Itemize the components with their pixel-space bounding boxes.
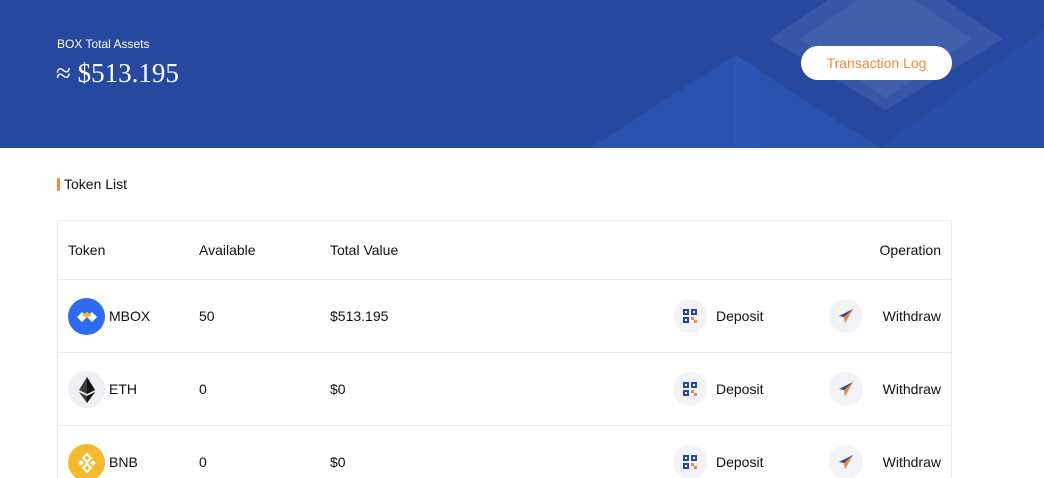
- column-header-available: Available: [199, 242, 256, 258]
- total-value: $513.195: [330, 308, 389, 324]
- deposit-button[interactable]: Deposit: [716, 381, 763, 397]
- transaction-log-button[interactable]: Transaction Log: [801, 46, 952, 80]
- token-name: BNB: [109, 454, 138, 470]
- column-header-token: Token: [68, 242, 106, 258]
- withdraw-button[interactable]: Withdraw: [883, 308, 941, 324]
- qr-code-icon[interactable]: [673, 445, 707, 478]
- qr-code-icon[interactable]: [673, 372, 707, 406]
- withdraw-button[interactable]: Withdraw: [883, 381, 941, 397]
- withdraw-button[interactable]: Withdraw: [883, 454, 941, 470]
- deposit-button[interactable]: Deposit: [716, 454, 763, 470]
- bnb-icon: [68, 444, 105, 478]
- table-row: ETH 0 $0 Deposit Withdraw: [58, 353, 951, 426]
- column-header-operation: Operation: [879, 242, 941, 258]
- header-banner: BOX Total Assets ≈ $513.195 Transaction …: [0, 0, 1044, 148]
- total-value: $0: [330, 454, 346, 470]
- total-assets-label: BOX Total Assets: [57, 37, 150, 51]
- available-amount: 0: [199, 454, 207, 470]
- token-name: MBOX: [109, 308, 151, 324]
- section-title-text: Token List: [64, 176, 128, 192]
- available-amount: 50: [199, 308, 215, 324]
- eth-icon: [68, 371, 105, 408]
- section-title: Token List: [57, 176, 127, 192]
- token-name: ETH: [109, 381, 137, 397]
- deposit-button[interactable]: Deposit: [716, 308, 763, 324]
- total-assets-value: ≈ $513.195: [56, 58, 179, 88]
- available-amount: 0: [199, 381, 207, 397]
- total-value: $0: [330, 381, 346, 397]
- qr-code-icon[interactable]: [673, 299, 707, 333]
- table-header: Token Available Total Value Operation: [58, 221, 951, 280]
- send-arrow-icon[interactable]: [829, 372, 863, 406]
- table-row: BNB 0 $0 Deposit Withdraw: [58, 426, 951, 478]
- send-arrow-icon[interactable]: [829, 445, 863, 478]
- column-header-total-value: Total Value: [330, 242, 399, 258]
- table-row: MBOX 50 $513.195 Deposit Withdraw: [58, 280, 951, 353]
- token-table: Token Available Total Value Operation MB…: [57, 220, 952, 478]
- section-accent-bar: [57, 177, 60, 191]
- send-arrow-icon[interactable]: [829, 299, 863, 333]
- mbox-icon: [68, 298, 105, 335]
